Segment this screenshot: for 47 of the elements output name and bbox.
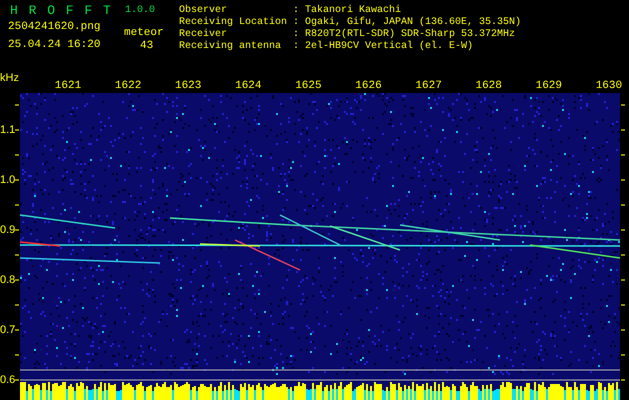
info-label: Observer	[179, 5, 228, 16]
colon-separator: :	[293, 17, 300, 29]
y-tick-mark	[14, 104, 20, 106]
y-tick-mark	[620, 104, 626, 106]
info-value: 2el-HB9CV Vertical (el. E-W)	[305, 41, 474, 53]
x-axis-label: 1624	[235, 80, 262, 92]
y-tick-mark	[14, 204, 20, 206]
info-label: Receiving antenna	[179, 41, 282, 53]
counter-value: 43	[140, 39, 154, 53]
y-tick-mark	[14, 154, 20, 156]
y-tick-mark	[620, 254, 626, 256]
x-axis-label: 1621	[54, 80, 82, 92]
unit-label: kHz	[0, 72, 19, 85]
info-value: R820T2(RTL-SDR) SDR-Sharp 53.372MHz	[305, 29, 516, 40]
x-axis-label: 1625	[295, 80, 322, 92]
x-axis-label: 1626	[355, 80, 382, 92]
info-label: Receiving Location	[179, 17, 288, 28]
y-axis-label: 0.7	[0, 324, 16, 336]
info-label: Receiver	[179, 29, 228, 40]
y-axis-label: 0.9	[0, 224, 16, 236]
y-axis-label: 1.0	[0, 174, 16, 186]
colon-separator: :	[293, 41, 300, 53]
colon-separator: :	[293, 5, 300, 17]
x-axis-label: 1630	[596, 80, 622, 92]
counter-label: meteor	[124, 26, 164, 40]
y-axis-label: 0.8	[0, 274, 16, 286]
y-axis-label: 1.1	[0, 124, 16, 136]
y-tick-mark	[14, 254, 20, 256]
x-axis-label: 1622	[114, 80, 142, 92]
y-tick-mark	[14, 354, 20, 356]
x-axis-label: 1627	[415, 80, 442, 92]
y-tick-mark	[620, 304, 626, 306]
app-version: 1.0.0	[125, 5, 156, 17]
y-tick-mark	[620, 154, 626, 156]
x-axis-label: 1623	[174, 80, 202, 92]
y-tick-mark	[620, 354, 626, 356]
app-name: H R O F F T	[10, 2, 112, 20]
info-value: Ogaki, Gifu, JAPAN (136.60E, 35.35N)	[305, 17, 522, 28]
x-axis-label: 1629	[536, 80, 562, 92]
y-axis-label: 0.6	[0, 374, 16, 386]
y-tick-mark	[620, 204, 626, 206]
x-axis-label: 1628	[475, 80, 502, 92]
y-tick-mark	[14, 304, 20, 306]
info-value: Takanori Kawachi	[305, 5, 402, 16]
date-time: 25.04.24 16:20	[8, 38, 100, 52]
file-name: 2504241620.png	[8, 20, 100, 34]
colon-separator: :	[293, 29, 300, 41]
